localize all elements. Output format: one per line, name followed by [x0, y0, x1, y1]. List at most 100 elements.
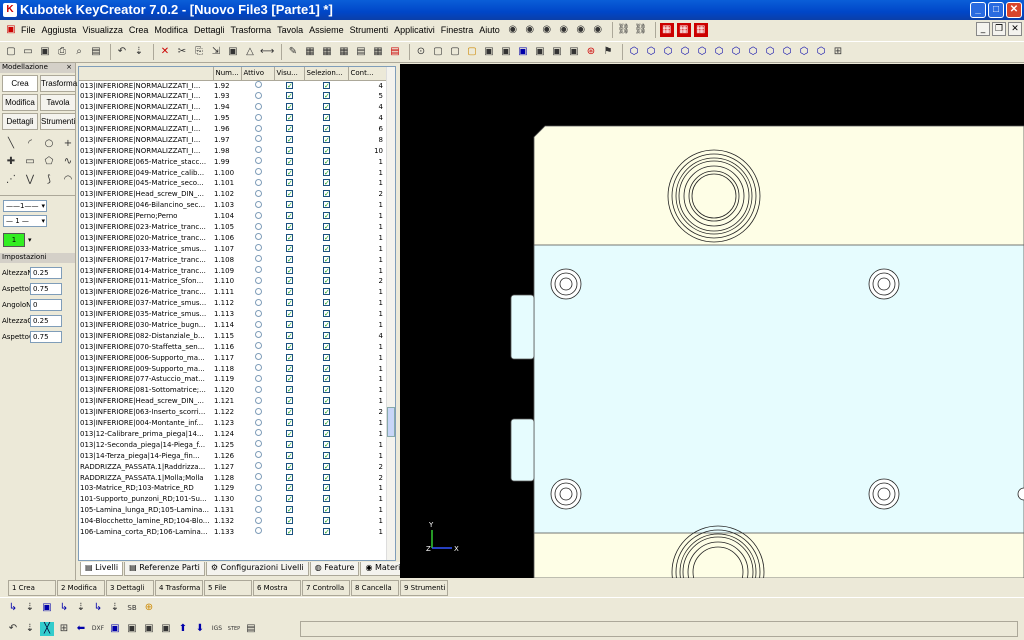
- tool-icon[interactable]: ⇣: [132, 45, 146, 59]
- tool-icon[interactable]: ↶: [6, 622, 20, 636]
- visible-checkbox[interactable]: ✓: [274, 124, 304, 135]
- table-row[interactable]: 013|INFERIORE|NORMALIZZATI_I... 1.92 ✓ ✓ 4: [79, 80, 387, 91]
- selectable-checkbox[interactable]: ✓: [304, 232, 348, 243]
- fkey-crea[interactable]: 1 Crea: [8, 580, 56, 596]
- tool-icon[interactable]: ▣: [159, 622, 173, 636]
- table-row[interactable]: RADDRIZZA_PASSATA.1|Raddrizza... 1.127 ✓ ✓ 2: [79, 461, 387, 472]
- preview-icon[interactable]: ⌕: [72, 45, 86, 59]
- table-row[interactable]: 013|INFERIORE|033-Matrice_smus... 1.107 ✓ ✓…: [79, 243, 387, 254]
- mdi-close-button[interactable]: ✕: [1008, 22, 1022, 36]
- tool-icon[interactable]: ▦: [320, 45, 334, 59]
- table-row[interactable]: 013|12-Seconda_piega|14-Piega_f... 1.125 ✓…: [79, 439, 387, 450]
- selectable-checkbox[interactable]: ✓: [304, 352, 348, 363]
- tool-icon[interactable]: SB: [125, 601, 139, 615]
- active-radio[interactable]: [241, 265, 274, 276]
- fkey-controlla[interactable]: 7 Controlla: [302, 580, 350, 596]
- active-radio[interactable]: [241, 211, 274, 222]
- strumenti-button[interactable]: Strumenti: [40, 113, 76, 130]
- cad-viewport[interactable]: Y X Z: [400, 64, 1024, 578]
- menu-file[interactable]: File: [21, 25, 36, 35]
- menu-modifica[interactable]: Modifica: [154, 25, 188, 35]
- table-row[interactable]: 103-Matrice_RD;103-Matrice_RD 1.129 ✓ ✓ 1: [79, 483, 387, 494]
- tool-icon[interactable]: ╳: [40, 622, 54, 636]
- menu-tavola[interactable]: Tavola: [277, 25, 303, 35]
- active-radio[interactable]: [241, 124, 274, 135]
- visible-checkbox[interactable]: ✓: [274, 320, 304, 331]
- view-icon[interactable]: ⬡: [746, 45, 760, 59]
- selectable-checkbox[interactable]: ✓: [304, 330, 348, 341]
- selectable-checkbox[interactable]: ✓: [304, 124, 348, 135]
- trasforma-button[interactable]: Trasforma: [40, 75, 77, 92]
- fkey-file[interactable]: 5 File: [204, 580, 252, 596]
- active-radio[interactable]: [241, 527, 274, 538]
- tool-icon[interactable]: ▣: [108, 622, 122, 636]
- polygon-icon[interactable]: ⬠: [41, 154, 57, 169]
- bookmark-icon[interactable]: ▤: [89, 45, 103, 59]
- tool-icon[interactable]: ⚑: [601, 45, 615, 59]
- table-row[interactable]: 013|14-Terza_piega|14-Piega_fin... 1.126 ✓…: [79, 450, 387, 461]
- visible-checkbox[interactable]: ✓: [274, 134, 304, 145]
- save-icon[interactable]: ▣: [38, 45, 52, 59]
- selectable-checkbox[interactable]: ✓: [304, 145, 348, 156]
- table-row[interactable]: 013|INFERIORE|070-Staffetta_sen... 1.116 ✓…: [79, 341, 387, 352]
- selectable-checkbox[interactable]: ✓: [304, 189, 348, 200]
- active-radio[interactable]: [241, 450, 274, 461]
- selectable-checkbox[interactable]: ✓: [304, 363, 348, 374]
- menu-applicativi[interactable]: Applicativi: [394, 25, 435, 35]
- cad-icon[interactable]: ▦: [676, 23, 691, 37]
- table-row[interactable]: 013|INFERIORE|NORMALIZZATI_I... 1.96 ✓ ✓ 6: [79, 124, 387, 135]
- selectable-checkbox[interactable]: ✓: [304, 385, 348, 396]
- visible-checkbox[interactable]: ✓: [274, 276, 304, 287]
- selectable-checkbox[interactable]: ✓: [304, 102, 348, 113]
- active-radio[interactable]: [241, 494, 274, 505]
- tool-icon[interactable]: ⇣: [23, 622, 37, 636]
- tab-referenze-parti[interactable]: ▤ Referenze Parti: [124, 562, 205, 576]
- cross-icon[interactable]: ✚: [3, 154, 19, 169]
- selectable-checkbox[interactable]: ✓: [304, 134, 348, 145]
- visible-checkbox[interactable]: ✓: [274, 396, 304, 407]
- active-radio[interactable]: [241, 483, 274, 494]
- table-row[interactable]: 013|INFERIORE|009-Supporto_ma... 1.118 ✓ ✓ 1: [79, 363, 387, 374]
- active-radio[interactable]: [241, 222, 274, 233]
- tool-icon[interactable]: ▦: [371, 45, 385, 59]
- visible-checkbox[interactable]: ✓: [274, 167, 304, 178]
- tool-icon[interactable]: ▤: [354, 45, 368, 59]
- visible-checkbox[interactable]: ✓: [274, 407, 304, 418]
- view-icon[interactable]: ⬡: [695, 45, 709, 59]
- menu-aggiusta[interactable]: Aggiusta: [42, 25, 77, 35]
- tool-icon[interactable]: ✕: [158, 45, 172, 59]
- active-radio[interactable]: [241, 91, 274, 102]
- mdi-restore-button[interactable]: ❐: [992, 22, 1006, 36]
- active-radio[interactable]: [241, 363, 274, 374]
- visible-checkbox[interactable]: ✓: [274, 178, 304, 189]
- table-row[interactable]: 013|INFERIORE|NORMALIZZATI_I... 1.97 ✓ ✓ 8: [79, 134, 387, 145]
- active-radio[interactable]: [241, 113, 274, 124]
- selectable-checkbox[interactable]: ✓: [304, 341, 348, 352]
- tool-icon[interactable]: ▣: [226, 45, 240, 59]
- view-icon[interactable]: ⬡: [763, 45, 777, 59]
- visible-checkbox[interactable]: ✓: [274, 439, 304, 450]
- eye-icon[interactable]: ◉: [591, 23, 605, 37]
- close-button[interactable]: ✕: [1006, 2, 1022, 18]
- view-icon[interactable]: ⬡: [797, 45, 811, 59]
- tool-icon[interactable]: ▣: [533, 45, 547, 59]
- table-row[interactable]: RADDRIZZA_PASSATA.1|Molla;Molla 1.128 ✓ ✓ 2: [79, 472, 387, 483]
- selectable-checkbox[interactable]: ✓: [304, 222, 348, 233]
- selectable-checkbox[interactable]: ✓: [304, 472, 348, 483]
- tool-icon[interactable]: DXF: [91, 622, 105, 636]
- active-radio[interactable]: [241, 320, 274, 331]
- table-scrollbar[interactable]: [386, 67, 395, 560]
- table-row[interactable]: 013|INFERIORE|020-Matrice_tranc... 1.106 ✓…: [79, 232, 387, 243]
- table-row[interactable]: 106-Lamina_corta_RD;106-Lamina... 1.133 ✓ ✓…: [79, 527, 387, 538]
- modifica-button[interactable]: Modifica: [2, 94, 38, 111]
- table-row[interactable]: 013|INFERIORE|026-Matrice_tranc... 1.111 ✓…: [79, 287, 387, 298]
- active-radio[interactable]: [241, 156, 274, 167]
- point-icon[interactable]: +: [60, 136, 76, 151]
- selectable-checkbox[interactable]: ✓: [304, 91, 348, 102]
- visible-checkbox[interactable]: ✓: [274, 450, 304, 461]
- setting-input[interactable]: 0.75: [30, 283, 62, 295]
- visible-checkbox[interactable]: ✓: [274, 102, 304, 113]
- visible-checkbox[interactable]: ✓: [274, 189, 304, 200]
- visible-checkbox[interactable]: ✓: [274, 80, 304, 91]
- visible-checkbox[interactable]: ✓: [274, 156, 304, 167]
